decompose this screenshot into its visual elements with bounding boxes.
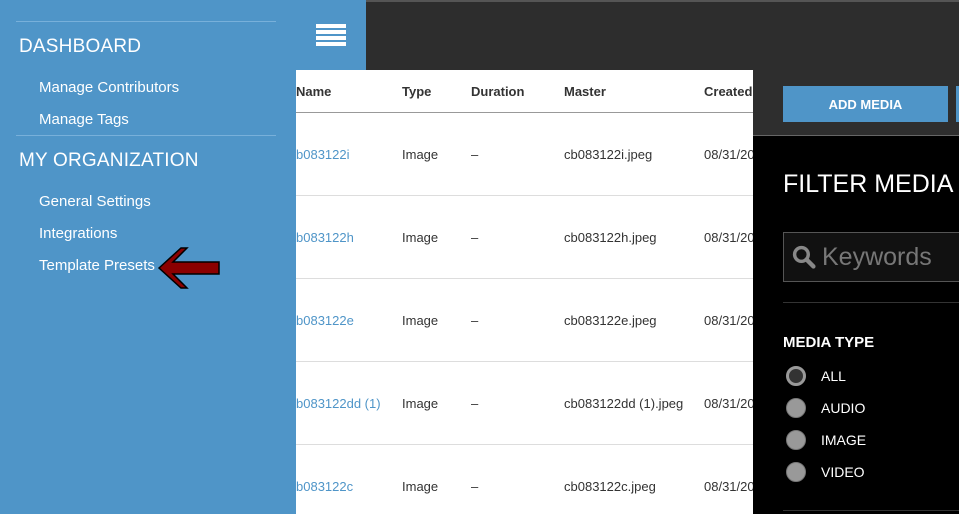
section-my-organization[interactable]: MY ORGANIZATION <box>19 150 199 172</box>
divider <box>16 21 276 22</box>
radio-label: VIDEO <box>821 464 865 480</box>
radio-icon <box>786 398 806 418</box>
media-type-label: MEDIA TYPE <box>783 334 875 351</box>
table-row[interactable]: b083122i Image – cb083122i.jpeg 08/31/20 <box>296 113 753 196</box>
add-media-button[interactable]: ADD MEDIA <box>783 86 948 122</box>
radio-icon <box>786 430 806 450</box>
sidebar: DASHBOARD Manage Contributors Manage Tag… <box>0 0 296 514</box>
sidebar-item-integrations[interactable]: Integrations <box>39 225 117 242</box>
media-master: cb083122dd (1).jpeg <box>564 396 684 411</box>
radio-audio[interactable]: AUDIO <box>786 398 865 418</box>
media-created: 08/31/20 <box>704 230 753 245</box>
radio-label: AUDIO <box>821 400 866 416</box>
media-duration: – <box>471 230 479 245</box>
media-duration: – <box>471 479 479 494</box>
media-name-link[interactable]: b083122e <box>296 313 354 328</box>
radio-video[interactable]: VIDEO <box>786 462 865 482</box>
media-created: 08/31/20 <box>704 313 753 328</box>
divider <box>783 302 959 303</box>
media-created: 08/31/20 <box>704 147 753 162</box>
filter-panel: ADD MEDIA FILTER MEDIA MEDIA TYPE ALL AU… <box>753 70 959 514</box>
table-row[interactable]: b083122h Image – cb083122h.jpeg 08/31/20 <box>296 196 753 279</box>
annotation-arrow-icon <box>157 247 220 289</box>
media-table: Name Type Duration Master Created b08312… <box>296 70 753 514</box>
sidebar-item-general-settings[interactable]: General Settings <box>39 193 151 210</box>
media-master: cb083122h.jpeg <box>564 230 657 245</box>
section-dashboard[interactable]: DASHBOARD <box>19 36 141 58</box>
table-row[interactable]: b083122dd (1) Image – cb083122dd (1).jpeg 08… <box>296 362 753 445</box>
table-row[interactable]: b083122c Image – cb083122c.jpeg 08/31/20 <box>296 445 753 514</box>
sidebar-item-template-presets[interactable]: Template Presets <box>39 257 155 274</box>
radio-icon <box>786 462 806 482</box>
filter-title: FILTER MEDIA <box>783 170 954 198</box>
column-header-type[interactable]: Type <box>402 84 431 99</box>
media-name-link[interactable]: b083122i <box>296 147 350 162</box>
media-master: cb083122i.jpeg <box>564 147 653 162</box>
media-master: cb083122c.jpeg <box>564 479 656 494</box>
sidebar-item-manage-contributors[interactable]: Manage Contributors <box>39 79 179 96</box>
column-header-master[interactable]: Master <box>564 84 606 99</box>
media-created: 08/31/20 <box>704 396 753 411</box>
media-created: 08/31/20 <box>704 479 753 494</box>
radio-all[interactable]: ALL <box>786 366 846 386</box>
media-type: Image <box>402 313 439 328</box>
media-duration: – <box>471 396 479 411</box>
keywords-input[interactable] <box>822 242 959 272</box>
radio-selected-icon <box>786 366 806 386</box>
hamburger-icon <box>316 22 346 48</box>
media-type: Image <box>402 396 439 411</box>
divider <box>783 510 959 511</box>
radio-label: IMAGE <box>821 432 867 448</box>
sidebar-item-manage-tags[interactable]: Manage Tags <box>39 111 129 128</box>
keywords-search[interactable] <box>783 232 959 282</box>
table-row[interactable]: b083122e Image – cb083122e.jpeg 08/31/20 <box>296 279 753 362</box>
radio-label: ALL <box>821 368 846 384</box>
divider <box>16 135 276 136</box>
media-duration: – <box>471 147 479 162</box>
search-icon <box>792 245 816 269</box>
media-type: Image <box>402 230 439 245</box>
media-duration: – <box>471 313 479 328</box>
media-type: Image <box>402 147 439 162</box>
media-type: Image <box>402 479 439 494</box>
column-header-created[interactable]: Created <box>704 84 752 99</box>
column-header-duration[interactable]: Duration <box>471 84 524 99</box>
media-name-link[interactable]: b083122dd (1) <box>296 396 381 411</box>
media-master: cb083122e.jpeg <box>564 313 657 328</box>
radio-image[interactable]: IMAGE <box>786 430 866 450</box>
panel-toolbar: ADD MEDIA <box>753 70 959 136</box>
media-name-link[interactable]: b083122c <box>296 479 353 494</box>
column-header-name[interactable]: Name <box>296 84 331 99</box>
media-name-link[interactable]: b083122h <box>296 230 354 245</box>
menu-toggle-button[interactable] <box>296 0 366 70</box>
